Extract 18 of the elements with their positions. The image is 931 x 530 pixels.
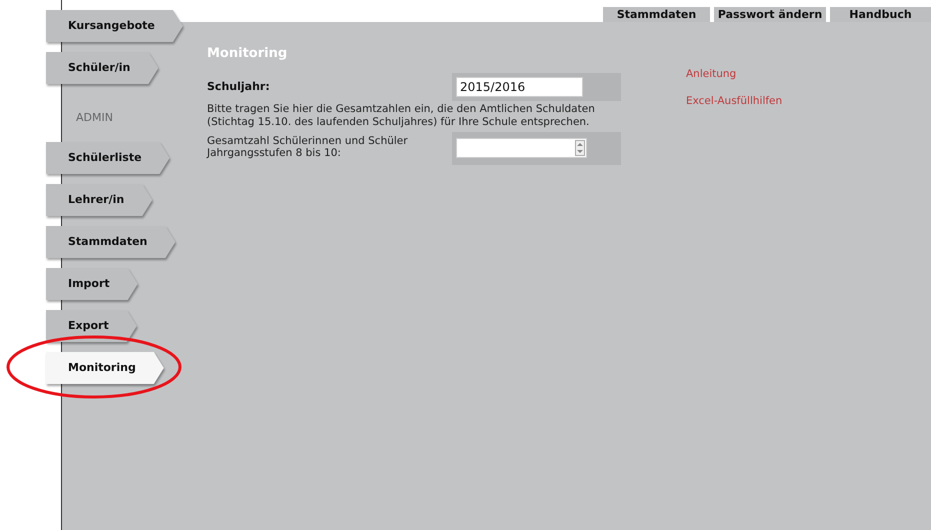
top-tab[interactable]: Handbuch xyxy=(830,7,931,22)
top-tab[interactable]: Stammdaten xyxy=(603,7,710,22)
instruction-text: Bitte tragen Sie hier die Gesamtzahlen ein, die den Amtlichen Schuldaten (Stichtag 15.10. des laufenden Schuljahres) für Ihre Schule entsprechen. xyxy=(207,103,596,129)
nav-tab[interactable]: Schüler/in xyxy=(46,52,158,84)
nav-tab[interactable]: Kursangebote xyxy=(46,10,183,42)
nav-tab[interactable]: Stammdaten xyxy=(46,226,176,258)
nav-tab[interactable]: Import xyxy=(46,268,138,300)
number-field[interactable] xyxy=(456,138,587,158)
school-year-field[interactable]: 2015/2016 xyxy=(456,77,583,97)
top-tab[interactable]: Passwort ändern xyxy=(714,7,826,22)
spinner-icon[interactable] xyxy=(575,140,585,156)
section-heading: ADMIN xyxy=(76,110,113,126)
nav-tab[interactable]: Schülerliste xyxy=(46,142,170,174)
nav-tab[interactable]: Lehrer/in xyxy=(46,184,152,216)
page-title: Monitoring xyxy=(207,45,288,60)
field-label: Schuljahr: xyxy=(207,78,270,95)
field-label: Gesamtzahl Schülerinnen und Schüler Jahrgangsstufen 8 bis 10: xyxy=(207,134,409,159)
nav-tab[interactable]: Monitoring xyxy=(46,352,164,384)
